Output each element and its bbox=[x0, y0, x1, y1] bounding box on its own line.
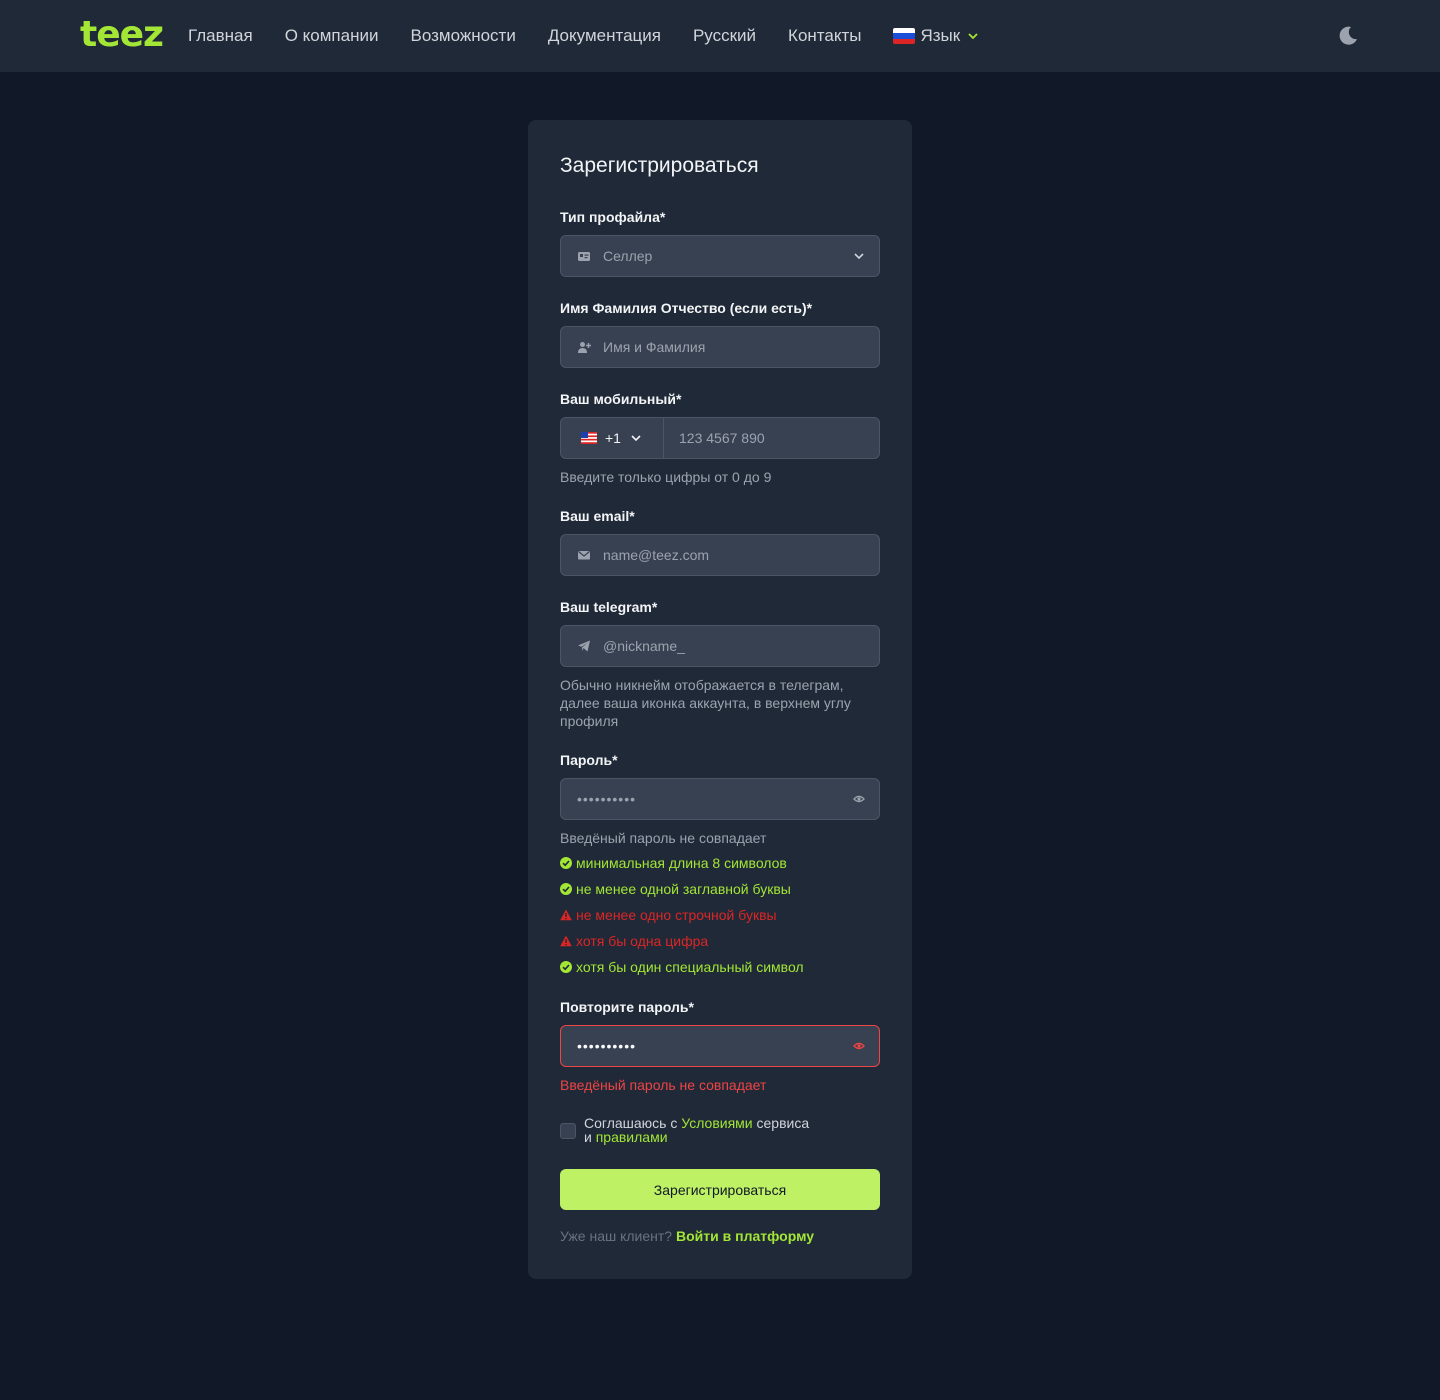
password-label: Пароль* bbox=[560, 752, 618, 768]
country-code-select[interactable]: +1 bbox=[561, 418, 664, 458]
nav-item-features[interactable]: Возможности bbox=[410, 26, 515, 46]
confirm-password-error: Введёный пароль не совпадает bbox=[560, 1077, 767, 1093]
terms-checkbox[interactable] bbox=[560, 1123, 576, 1139]
profile-type-label: Тип профайла* bbox=[560, 209, 666, 225]
phone-field: +1 123 4567 890 bbox=[560, 417, 880, 459]
usa-flag-icon bbox=[581, 432, 597, 444]
profile-type-select[interactable]: Селлер bbox=[560, 235, 880, 277]
check-circle-icon bbox=[560, 857, 572, 869]
main-nav: Главная О компании Возможности Документа… bbox=[188, 0, 978, 72]
telegram-field[interactable]: @nickname_ bbox=[560, 625, 880, 667]
warning-triangle-icon bbox=[560, 935, 572, 947]
confirm-password-value: •••••••••• bbox=[577, 1038, 637, 1054]
email-field[interactable]: name@teez.com bbox=[560, 534, 880, 576]
phone-help-text: Введите только цифры от 0 до 9 bbox=[560, 469, 772, 485]
teez-logo[interactable]: teez bbox=[80, 14, 164, 55]
nav-item-home[interactable]: Главная bbox=[188, 26, 253, 46]
chevron-down-icon bbox=[854, 253, 864, 260]
password-rule-special-char: хотя бы один специальный символ bbox=[560, 959, 804, 975]
phone-placeholder[interactable]: 123 4567 890 bbox=[679, 430, 765, 446]
page-title: Зарегистрироваться bbox=[560, 154, 759, 177]
terms-link[interactable]: Условиями bbox=[681, 1115, 752, 1131]
register-button[interactable]: Зарегистрироваться bbox=[560, 1169, 880, 1210]
terms-agreement-text: Соглашаюсь с Условиями сервиса и правила… bbox=[584, 1115, 810, 1145]
nav-item-docs[interactable]: Документация bbox=[548, 26, 661, 46]
register-card: Зарегистрироваться Тип профайла* Селлер … bbox=[528, 120, 912, 1279]
russia-flag-icon bbox=[893, 28, 916, 44]
language-selector[interactable]: Язык bbox=[893, 26, 978, 46]
rules-link[interactable]: правилами bbox=[596, 1129, 668, 1145]
user-plus-icon bbox=[578, 342, 591, 353]
warning-triangle-icon bbox=[560, 909, 572, 921]
chevron-down-icon bbox=[968, 33, 978, 40]
email-label: Ваш email* bbox=[560, 508, 635, 524]
nav-item-russian[interactable]: Русский bbox=[693, 26, 756, 46]
password-rule-uppercase: не менее одной заглавной буквы bbox=[560, 881, 791, 897]
top-navbar: teez Главная О компании Возможности Доку… bbox=[0, 0, 1440, 72]
login-link[interactable]: Войти в платформу bbox=[676, 1228, 814, 1244]
moon-icon[interactable] bbox=[1336, 24, 1360, 48]
password-rule-lowercase: не менее одно строчной буквы bbox=[560, 907, 777, 923]
profile-type-value: Селлер bbox=[603, 248, 653, 264]
full-name-label: Имя Фамилия Отчество (если есть)* bbox=[560, 300, 813, 316]
password-rule-digit: хотя бы одна цифра bbox=[560, 933, 708, 949]
check-circle-icon bbox=[560, 961, 572, 973]
confirm-password-label: Повторите пароль* bbox=[560, 999, 694, 1015]
telegram-help-text: Обычно никнейм отображается в телеграм, … bbox=[560, 677, 851, 729]
eye-icon[interactable] bbox=[853, 793, 865, 805]
email-placeholder: name@teez.com bbox=[603, 547, 710, 563]
password-value: •••••••••• bbox=[577, 791, 637, 807]
telegram-label: Ваш telegram* bbox=[560, 599, 658, 615]
phone-label: Ваш мобильный* bbox=[560, 391, 682, 407]
eye-icon[interactable] bbox=[853, 1040, 865, 1052]
password-mismatch-note: Введёный пароль не совпадает bbox=[560, 830, 767, 846]
language-label: Язык bbox=[920, 26, 961, 45]
id-card-icon bbox=[578, 252, 590, 261]
telegram-plane-icon bbox=[578, 640, 590, 652]
check-circle-icon bbox=[560, 883, 572, 895]
full-name-field[interactable]: Имя и Фамилия bbox=[560, 326, 880, 368]
nav-item-about[interactable]: О компании bbox=[285, 26, 379, 46]
login-prompt: Уже наш клиент? Войти в платформу bbox=[560, 1228, 815, 1244]
telegram-placeholder: @nickname_ bbox=[603, 638, 685, 654]
chevron-down-icon bbox=[631, 435, 641, 442]
full-name-placeholder: Имя и Фамилия bbox=[603, 339, 706, 355]
envelope-icon bbox=[578, 551, 590, 560]
confirm-password-field[interactable]: •••••••••• bbox=[560, 1025, 880, 1067]
password-rule-min-length: минимальная длина 8 символов bbox=[560, 855, 787, 871]
country-code-value: +1 bbox=[605, 430, 621, 446]
password-field[interactable]: •••••••••• bbox=[560, 778, 880, 820]
nav-item-contacts[interactable]: Контакты bbox=[788, 26, 861, 46]
